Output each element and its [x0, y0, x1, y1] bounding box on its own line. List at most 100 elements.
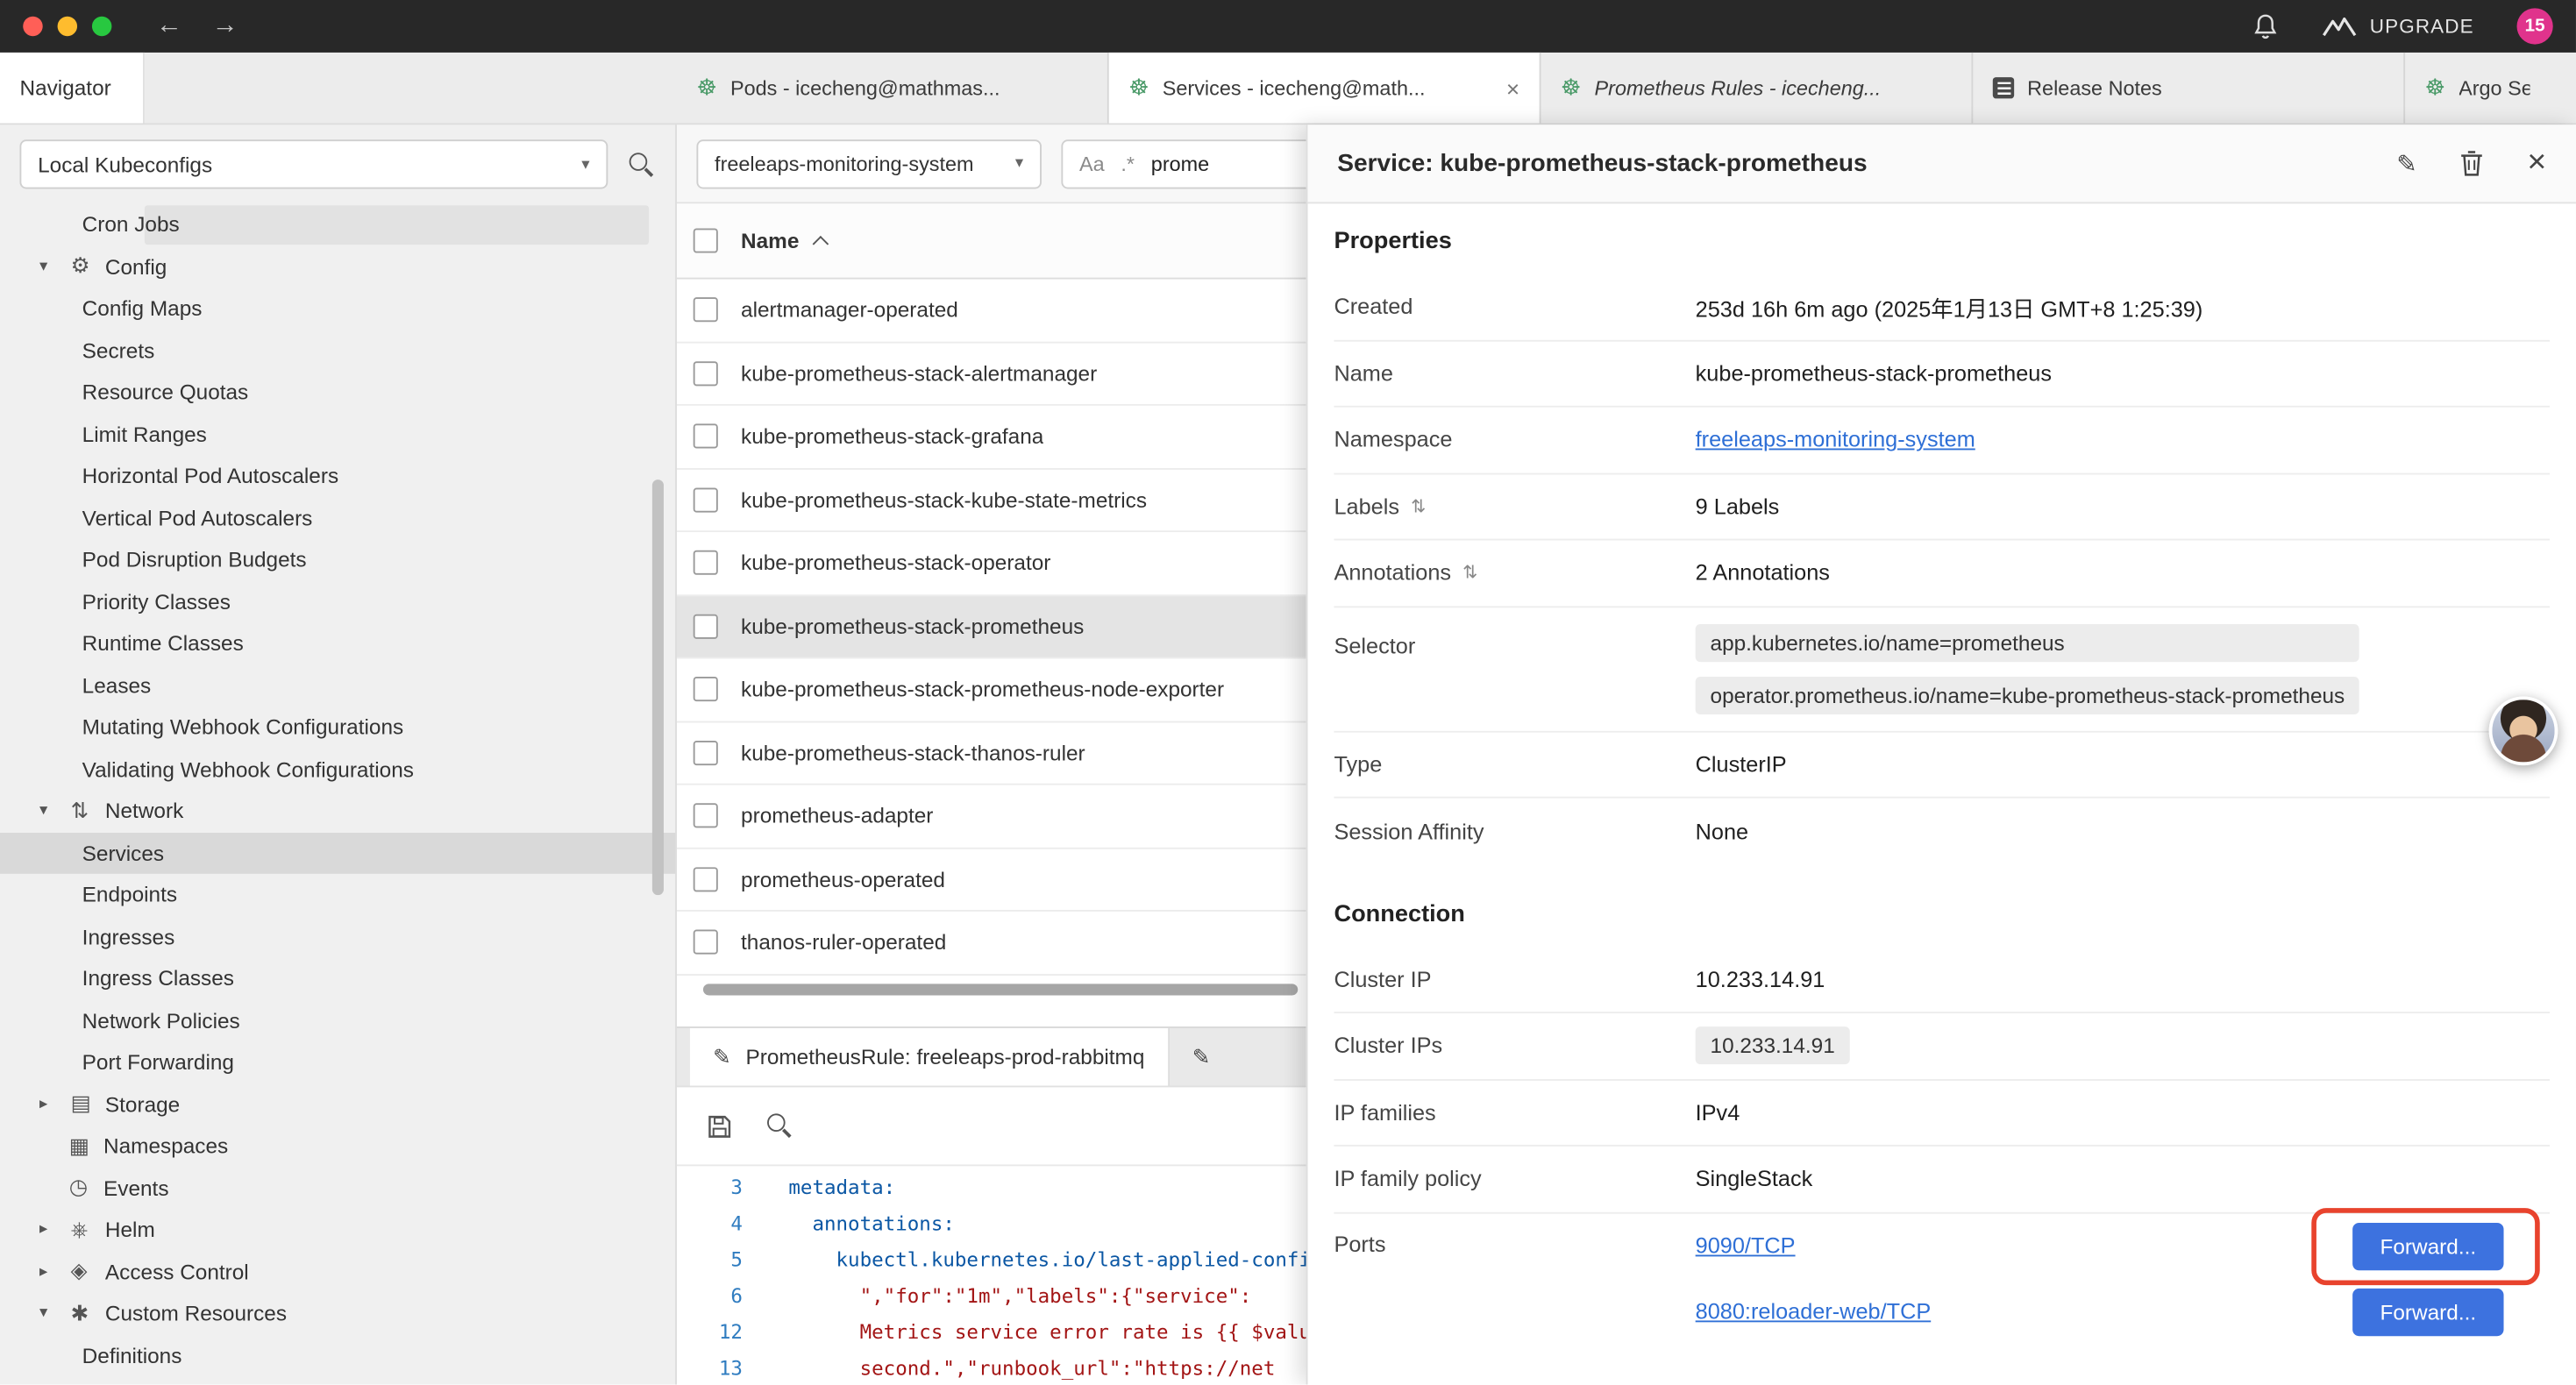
pencil-icon: ✎: [1192, 1044, 1210, 1070]
tab-pods[interactable]: ☸ Pods - icecheng@mathmas...: [677, 53, 1109, 124]
row-checkbox[interactable]: [694, 361, 718, 386]
sidebar-item-port-forwarding[interactable]: Port Forwarding: [0, 1041, 675, 1083]
sidebar-item-mutating-webhook-configurations[interactable]: Mutating Webhook Configurations: [0, 707, 675, 749]
sidebar-item-definitions[interactable]: Definitions: [0, 1334, 675, 1376]
row-checkbox[interactable]: [694, 298, 718, 323]
kubernetes-icon: ☸: [2425, 74, 2446, 102]
forward-port-button[interactable]: Forward...: [2352, 1288, 2503, 1335]
upgrade-button[interactable]: UPGRADE: [2322, 15, 2473, 38]
row-checkbox[interactable]: [694, 930, 718, 955]
created-value: 253d 16h 6m ago (2025年1月13日 GMT+8 1:25:3…: [1696, 290, 2203, 323]
sidebar-item-priority-classes[interactable]: Priority Classes: [0, 580, 675, 622]
row-checkbox[interactable]: [694, 677, 718, 701]
connection-heading: Connection: [1334, 865, 2550, 948]
sidebar-scrollbar[interactable]: [652, 479, 664, 895]
row-checkbox[interactable]: [694, 867, 718, 891]
namespace-filter[interactable]: freeleaps-monitoring-system ▾: [696, 138, 1041, 188]
horizontal-scrollbar[interactable]: [703, 983, 1298, 994]
labels-row: Labels⇅ 9 Labels: [1334, 474, 2550, 541]
kubeconfig-selector[interactable]: Local Kubeconfigs ▾: [19, 139, 608, 188]
sidebar-group-storage[interactable]: ▸▤Storage: [0, 1083, 675, 1126]
chevron-down-icon: ▾: [1015, 154, 1023, 173]
chevron-right-icon: ▸: [39, 1095, 71, 1113]
row-checkbox[interactable]: [694, 614, 718, 638]
pencil-icon: ✎: [713, 1044, 730, 1070]
navigator-title: Navigator: [19, 75, 110, 100]
sidebar-item-resource-quotas[interactable]: Resource Quotas: [0, 371, 675, 413]
ip-family-policy-value: SingleStack: [1696, 1167, 1813, 1191]
expand-collapse-icon[interactable]: ⇅: [1462, 562, 1477, 583]
row-checkbox[interactable]: [694, 424, 718, 449]
close-window-button[interactable]: [23, 17, 42, 36]
row-checkbox[interactable]: [694, 804, 718, 828]
name-column-header[interactable]: Name: [741, 228, 799, 252]
tab-prometheus-rules[interactable]: ☸ Prometheus Rules - icecheng...: [1541, 53, 1974, 124]
notification-count-badge[interactable]: 15: [2517, 8, 2553, 44]
expand-collapse-icon[interactable]: ⇅: [1411, 495, 1426, 516]
sidebar-item-ingresses[interactable]: Ingresses: [0, 916, 675, 958]
annotations-row: Annotations⇅ 2 Annotations: [1334, 540, 2550, 607]
edit-icon[interactable]: ✎: [2396, 149, 2417, 179]
sidebar-item-pod-disruption-budgets[interactable]: Pod Disruption Budgets: [0, 539, 675, 581]
port-link[interactable]: 9090/TCP: [1696, 1233, 1796, 1258]
save-icon[interactable]: [707, 1112, 733, 1139]
select-all-checkbox[interactable]: [694, 228, 718, 252]
match-case-toggle[interactable]: Aa: [1079, 152, 1105, 174]
sort-ascending-icon[interactable]: [813, 236, 829, 252]
sidebar-item-horizontal-pod-autoscalers[interactable]: Horizontal Pod Autoscalers: [0, 455, 675, 497]
row-checkbox[interactable]: [694, 550, 718, 575]
editor-tab-next[interactable]: ✎: [1170, 1028, 1234, 1086]
sidebar-item-network-policies[interactable]: Network Policies: [0, 999, 675, 1041]
close-tab-icon[interactable]: ×: [1506, 75, 1519, 101]
port-link[interactable]: 8080:reloader-web/TCP: [1696, 1299, 1932, 1324]
sidebar-group-config[interactable]: ▾⚙Config: [0, 245, 675, 288]
notifications-bell-icon[interactable]: [2253, 12, 2280, 40]
row-checkbox[interactable]: [694, 741, 718, 765]
sidebar-item-limit-ranges[interactable]: Limit Ranges: [0, 413, 675, 455]
fullscreen-window-button[interactable]: [92, 17, 111, 36]
labels-value: 9 Labels: [1696, 494, 1780, 519]
sidebar-item-cron-jobs[interactable]: Cron Jobs: [0, 203, 675, 245]
back-button[interactable]: ←: [156, 11, 182, 41]
tab-argo[interactable]: ☸ Argo Se: [2405, 53, 2550, 124]
sidebar-item-vertical-pod-autoscalers[interactable]: Vertical Pod Autoscalers: [0, 497, 675, 539]
kubernetes-icon: ☸: [1561, 74, 1582, 102]
sidebar-item-ingress-classes[interactable]: Ingress Classes: [0, 957, 675, 999]
close-drawer-icon[interactable]: ×: [2527, 145, 2546, 182]
forward-button[interactable]: →: [212, 11, 238, 41]
sidebar-item-namespaces[interactable]: ▦Namespaces: [0, 1125, 675, 1167]
sidebar-item-secrets[interactable]: Secrets: [0, 330, 675, 372]
sidebar-item-validating-webhook-configurations[interactable]: Validating Webhook Configurations: [0, 748, 675, 790]
sidebar-item-services[interactable]: Services: [0, 832, 675, 874]
selector-row: Selector app.kubernetes.io/name=promethe…: [1334, 607, 2550, 731]
delete-icon[interactable]: [2460, 150, 2485, 178]
mountains-icon: [2322, 16, 2358, 37]
port-line: 8080:reloader-web/TCP Forward...: [1696, 1279, 2550, 1345]
selector-badge: app.kubernetes.io/name=prometheus: [1696, 623, 2359, 661]
sidebar-group-helm[interactable]: ▸⎈Helm: [0, 1209, 675, 1251]
sidebar-item-events[interactable]: ◷Events: [0, 1167, 675, 1209]
presenter-avatar[interactable]: [2489, 696, 2558, 765]
minimize-window-button[interactable]: [58, 17, 77, 36]
port-line: 9090/TCP Forward...: [1696, 1213, 2550, 1279]
regex-toggle[interactable]: .*: [1121, 152, 1135, 174]
sidebar-search-icon[interactable]: [628, 150, 656, 178]
sidebar-group-access-control[interactable]: ▸◈Access Control: [0, 1251, 675, 1293]
sidebar-group-network[interactable]: ▾⇅Network: [0, 790, 675, 832]
editor-search-icon[interactable]: [765, 1112, 793, 1140]
yaml-line: annotations:: [743, 1205, 955, 1241]
forward-port-button[interactable]: Forward...: [2352, 1222, 2503, 1269]
tab-release-notes[interactable]: Release Notes: [1973, 53, 2405, 124]
sidebar-item-runtime-classes[interactable]: Runtime Classes: [0, 622, 675, 664]
row-checkbox[interactable]: [694, 487, 718, 512]
session-affinity-row: Session Affinity None: [1334, 799, 2550, 865]
editor-tab-prometheusrule[interactable]: ✎ PrometheusRule: freeleaps-prod-rabbitm…: [690, 1028, 1170, 1086]
sidebar-group-custom-resources[interactable]: ▾✱Custom Resources: [0, 1293, 675, 1335]
sidebar-item-config-maps[interactable]: Config Maps: [0, 288, 675, 330]
chevron-down-icon: ▾: [39, 1304, 71, 1323]
sidebar-item-endpoints[interactable]: Endpoints: [0, 874, 675, 916]
sidebar-item-leases[interactable]: Leases: [0, 664, 675, 707]
tab-services[interactable]: ☸ Services - icecheng@math... ×: [1109, 53, 1541, 124]
namespace-link[interactable]: freeleaps-monitoring-system: [1696, 428, 1975, 452]
chevron-down-icon: ▾: [39, 258, 71, 276]
